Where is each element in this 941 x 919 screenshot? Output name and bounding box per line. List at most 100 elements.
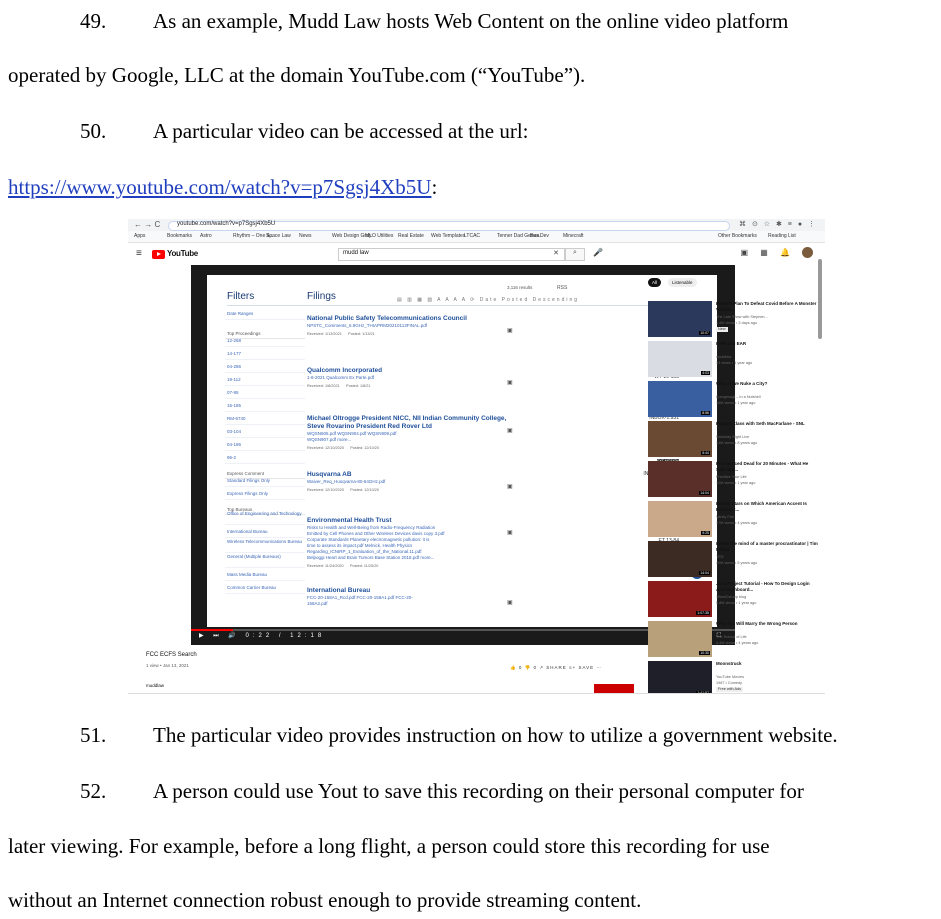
filing-file-link[interactable]: NPSTC_Comments_6.9GHz_THIAPRM20210113FIN… [307, 323, 482, 329]
recommendation-channel[interactable]: YouTube Movies [716, 675, 818, 680]
recommendation-item[interactable]: 1:07:35 Java Project Tutorial - How To De… [648, 581, 823, 621]
video-thumbnail[interactable]: 10:30 [648, 621, 712, 657]
video-thumbnail[interactable]: 10:07 [648, 301, 712, 337]
filter-item[interactable]: 04-186 [225, 438, 305, 451]
filter-item[interactable]: Office of Engineering and Technology [225, 510, 305, 525]
recommendation-channel[interactable]: Prioritize Your Life [716, 475, 818, 480]
recommendation-channel[interactable]: Saturday Night Live [716, 435, 818, 440]
recommendation-item[interactable]: 14:04 Inside the mind of a master procras… [648, 541, 823, 581]
subscribe-button[interactable] [594, 684, 634, 693]
filter-item[interactable]: 16-185 [225, 399, 305, 412]
clear-icon[interactable]: ✕ [553, 249, 559, 257]
bookmark-item[interactable]: News [299, 233, 312, 239]
filing-title[interactable]: Michael Oltrogge President NICC, NII Ind… [307, 415, 507, 431]
bookmark-item[interactable]: Space Law [266, 233, 291, 239]
recommendation-title[interactable]: Puppet Class with Seth MacFarlane - SNL [716, 421, 818, 427]
filter-item[interactable]: Express Filings Only [225, 487, 305, 500]
recommendation-item[interactable]: 9:25 British Stars on Which American Acce… [648, 501, 823, 541]
menu-icon[interactable]: ≡ [136, 248, 142, 259]
recommendation-item[interactable]: 8:56 What If We Nuke a City? Kurzgesagt – … [648, 381, 823, 421]
recommendation-title[interactable]: Why You Will Marry the Wrong Person [716, 621, 818, 627]
filter-item[interactable]: Wireless Telecommunications Bureau [225, 538, 305, 553]
filter-item[interactable]: 19-112 [225, 373, 305, 386]
recommendation-channel[interactable]: The Late Show with Stephen... [716, 315, 818, 320]
bookmark-item[interactable]: MLO Utilities [365, 233, 393, 239]
header-action-icons[interactable]: ▣ ▦ 🔔 [740, 248, 795, 257]
document-icon[interactable]: ▣ [507, 379, 513, 386]
bookmark-item[interactable]: Bus Dev [530, 233, 549, 239]
recommendation-title[interactable]: Pronounced Dead for 20 Minutes - What He… [716, 461, 818, 473]
recommendation-item[interactable]: 10:07 Biden's Plan To Defeat Covid Before… [648, 301, 823, 341]
bookmark-item[interactable]: LTCAC [464, 233, 480, 239]
recommendation-channel[interactable]: muddlaw [716, 355, 818, 360]
bookmark-item[interactable]: Other Bookmarks [718, 233, 757, 239]
recommendation-item[interactable]: 1:41:57 Moonstruck YouTube Movies 1987 • Co… [648, 661, 823, 693]
filter-item[interactable]: Common Carrier Bureau [225, 581, 305, 594]
browser-nav-icons[interactable]: ← → C [134, 220, 160, 229]
bookmark-item[interactable]: Real Estate [398, 233, 424, 239]
filing-file-link[interactable]: Risks to Health and Well-Being from Radi… [307, 525, 482, 561]
search-input[interactable]: mudd law ✕ [338, 248, 565, 261]
bookmark-item[interactable]: Minecraft [563, 233, 584, 239]
filing-file-link[interactable]: WQSN606.pdf WQSN904.pdf WQSN909.pdf WQSN… [307, 431, 482, 443]
video-thumbnail[interactable]: 1:07:35 [648, 581, 712, 617]
bookmark-item[interactable]: Web Templates [431, 233, 465, 239]
document-icon[interactable]: ▣ [507, 327, 513, 334]
bookmark-item[interactable]: Apps [134, 233, 145, 239]
chip-listenable[interactable]: Listenable [668, 278, 697, 287]
avatar[interactable] [802, 247, 813, 258]
recommendation-title[interactable]: Moonstruck [716, 661, 818, 667]
filing-title[interactable]: National Public Safety Telecommunication… [307, 315, 507, 323]
filing-title[interactable]: Qualcomm Incorporated [307, 367, 507, 375]
filter-item[interactable]: International Bureau [225, 525, 305, 538]
chip-all[interactable]: All [648, 278, 662, 287]
filter-item[interactable]: 14-177 [225, 347, 305, 360]
filter-item[interactable]: 96-2 [225, 451, 305, 464]
filter-item[interactable]: 04-286 [225, 360, 305, 373]
filter-item[interactable]: 07-95 [225, 386, 305, 399]
recommendation-channel[interactable]: The School of Life [716, 635, 818, 640]
bookmark-item[interactable]: Bookmarks [167, 233, 192, 239]
recommendation-channel[interactable]: 1BestCsharp blog [716, 595, 818, 600]
filter-item[interactable]: Date Ranges [225, 307, 305, 320]
address-bar[interactable]: youtube.com/watch?v=p7Sgsj4Xb5U [168, 221, 730, 231]
filing-file-link[interactable]: FCC-20-158A1_Rcd.pdf FCC-20-158A1.pdf FC… [307, 595, 482, 607]
recommendation-item[interactable]: 4:03 ITAR and EAR muddlaw 33 views • 1 year… [648, 341, 823, 381]
player-left-controls[interactable]: ▶ ⏭ 🔊 0:22 / 12:18 [199, 632, 325, 640]
youtube-logo-text[interactable]: YouTube [167, 249, 198, 258]
bookmark-item[interactable]: Reading List [768, 233, 796, 239]
video-thumbnail[interactable]: 9:25 [648, 501, 712, 537]
video-url-link[interactable]: https://www.youtube.com/watch?v=p7Sgsj4X… [8, 175, 431, 199]
recommendation-channel[interactable]: Kurzgesagt – In a Nutshell [716, 395, 818, 400]
filter-item[interactable]: Mass Media Bureau [225, 568, 305, 581]
video-thumbnail[interactable]: 5:44 [648, 421, 712, 457]
youtube-logo-icon[interactable] [152, 250, 165, 259]
filter-item[interactable]: General (Multiple Bureaus) [225, 553, 305, 568]
recommendation-title[interactable]: Java Project Tutorial - How To Design Lo… [716, 581, 818, 593]
recommendation-title[interactable]: ITAR and EAR [716, 341, 818, 347]
filing-title[interactable]: Husqvarna AB [307, 471, 507, 479]
filter-item[interactable]: Standard Filings Only [225, 474, 305, 487]
filter-item[interactable]: 12-268 [225, 334, 305, 347]
recommendation-title[interactable]: Inside the mind of a master procrastinat… [716, 541, 818, 553]
document-icon[interactable]: ▣ [507, 483, 513, 490]
video-thumbnail[interactable]: 1:41:57 [648, 661, 712, 693]
filter-item[interactable]: 03-104 [225, 425, 305, 438]
rss-link[interactable]: RSS [557, 285, 567, 291]
filing-title[interactable]: International Bureau [307, 587, 507, 595]
recommendation-channel[interactable]: Vanity Fair [716, 515, 818, 520]
recommendation-title[interactable]: What If We Nuke a City? [716, 381, 818, 387]
mic-icon[interactable]: 🎤 [593, 248, 603, 257]
video-thumbnail[interactable]: 14:04 [648, 461, 712, 497]
filing-file-link[interactable]: 1-8-2021 Qualcomm Ex Parte.pdf [307, 375, 482, 381]
filings-toolbar[interactable]: ▤ ▥ ▦ ▧ A A A A ⟳ Date Posted Descending [397, 297, 579, 303]
channel-name[interactable]: muddlaw [146, 683, 164, 688]
document-icon[interactable]: ▣ [507, 427, 513, 434]
recommendation-item[interactable]: 10:30 Why You Will Marry the Wrong Person… [648, 621, 823, 661]
document-icon[interactable]: ▣ [507, 599, 513, 606]
recommendation-item[interactable]: 14:04 Pronounced Dead for 20 Minutes - Wh… [648, 461, 823, 501]
document-icon[interactable]: ▣ [507, 529, 513, 536]
recommendation-channel[interactable]: TED [716, 555, 818, 560]
filter-item[interactable]: RM-6740 [225, 412, 305, 425]
video-thumbnail[interactable]: 14:04 [648, 541, 712, 577]
